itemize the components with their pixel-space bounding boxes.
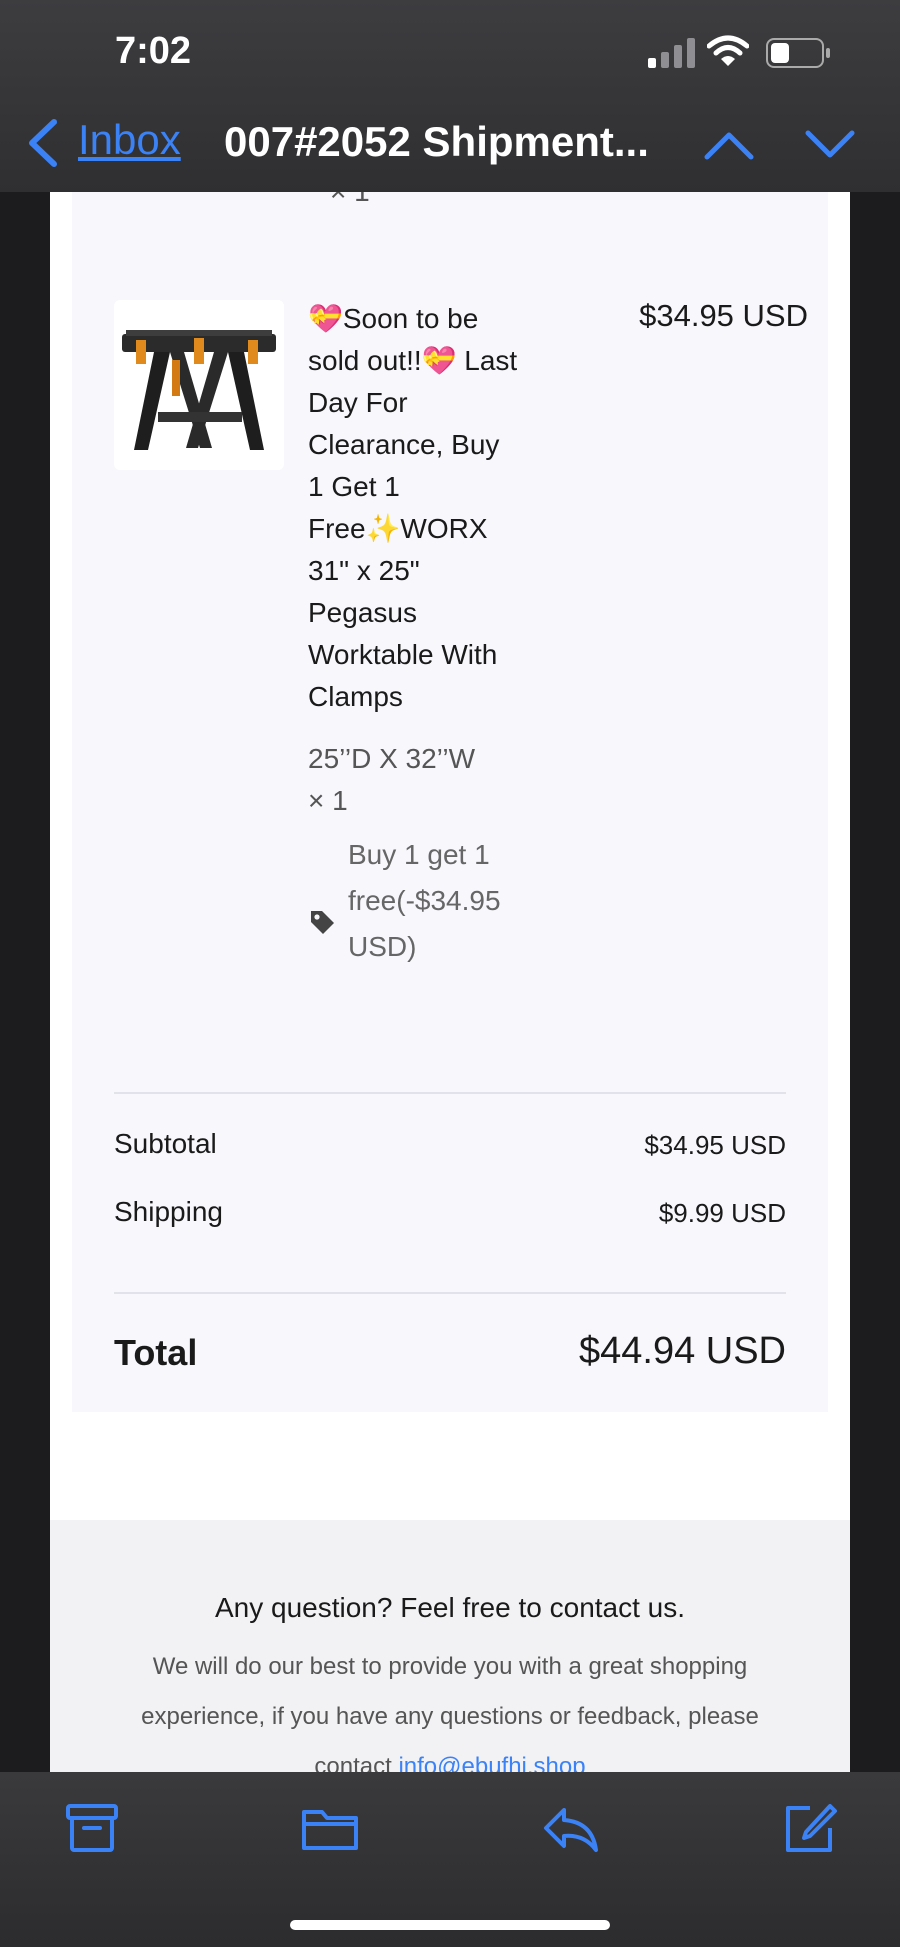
archive-icon[interactable] <box>62 1798 122 1858</box>
next-email-icon[interactable] <box>805 130 855 160</box>
folder-icon[interactable] <box>300 1798 360 1858</box>
shipping-label: Shipping <box>114 1196 223 1227</box>
product-description[interactable]: 💝Soon to be sold out!!💝 Last Day For Cle… <box>308 298 518 718</box>
previous-email-icon[interactable] <box>704 130 754 160</box>
subtotal-label: Subtotal <box>114 1128 217 1159</box>
discount-tag-icon <box>311 911 334 934</box>
divider <box>114 1092 786 1094</box>
item-quantity: × 1 <box>308 785 348 816</box>
email-body: × 1 💝Soon to be sold out!!💝 Last Day For… <box>50 176 850 1820</box>
mail-toolbar <box>0 1772 900 1947</box>
divider <box>114 1292 786 1294</box>
email-subject: 007#2052 Shipment... <box>224 118 649 165</box>
product-variant: 25’’D X 32’’W × 1 <box>308 738 528 822</box>
variant-size: 25’’D X 32’’W <box>308 743 476 774</box>
home-indicator[interactable] <box>290 1920 610 1930</box>
reply-icon[interactable] <box>540 1798 600 1858</box>
top-bar: 7:02 Inbox 007#2052 Shipment... <box>0 0 900 192</box>
shipping-value: $9.99 USD <box>658 1198 786 1228</box>
footer-title: Any question? Feel free to contact us. <box>214 1592 686 1623</box>
status-time: 7:02 <box>115 30 192 72</box>
back-chevron-icon[interactable] <box>26 118 60 168</box>
product-image[interactable] <box>114 300 284 470</box>
product-price: $34.95 USD <box>639 298 808 333</box>
discount-text: Buy 1 get 1 free(-$34.95 USD) <box>348 839 501 962</box>
total-value: $44.94 USD <box>578 1330 786 1372</box>
back-to-inbox-link[interactable]: Inbox <box>78 116 181 164</box>
subtotal-value: $34.95 USD <box>644 1130 786 1160</box>
signal-icon <box>648 38 695 68</box>
order-summary-card: × 1 💝Soon to be sold out!!💝 Last Day For… <box>72 176 828 1412</box>
compose-icon[interactable] <box>780 1798 840 1858</box>
footer-text: We will do our best to provide you with … <box>110 1642 790 1792</box>
wifi-icon <box>707 35 749 66</box>
total-label: Total <box>114 1332 198 1373</box>
battery-icon <box>766 38 830 68</box>
